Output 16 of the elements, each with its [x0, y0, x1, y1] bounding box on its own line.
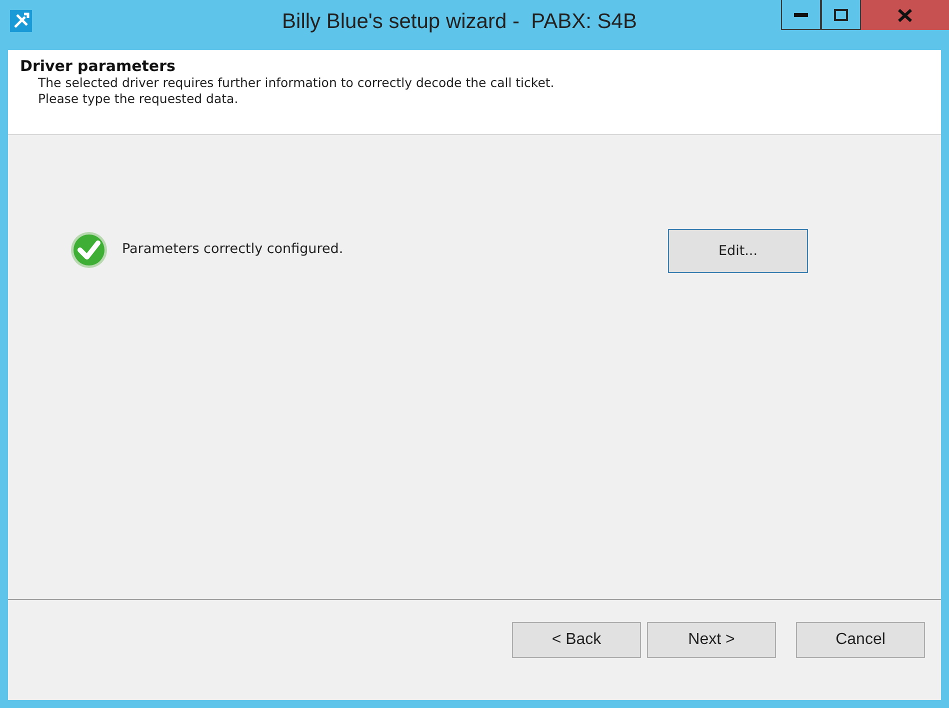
maximize-button[interactable] [821, 0, 861, 30]
edit-button[interactable]: Edit... [668, 229, 808, 273]
minimize-icon [794, 12, 808, 18]
minimize-button[interactable] [781, 0, 821, 30]
close-icon [898, 8, 912, 22]
page-heading: Driver parameters [20, 57, 176, 75]
close-button[interactable] [861, 0, 949, 30]
tools-icon [10, 10, 32, 32]
check-icon [70, 231, 108, 269]
status-message: Parameters correctly configured. [122, 241, 344, 257]
maximize-icon [834, 8, 848, 20]
wizard-button[interactable]: Cancel [796, 622, 925, 658]
window-title: Billy Blue's setup wizard - PABX: S4B [281, 10, 638, 34]
page-description: The selected driver requires further information to correctly decode the call ticket. Please type the requested data. [38, 75, 556, 107]
wizard-button[interactable]: < Back [512, 622, 641, 658]
wizard-button[interactable]: Next > [647, 622, 776, 658]
